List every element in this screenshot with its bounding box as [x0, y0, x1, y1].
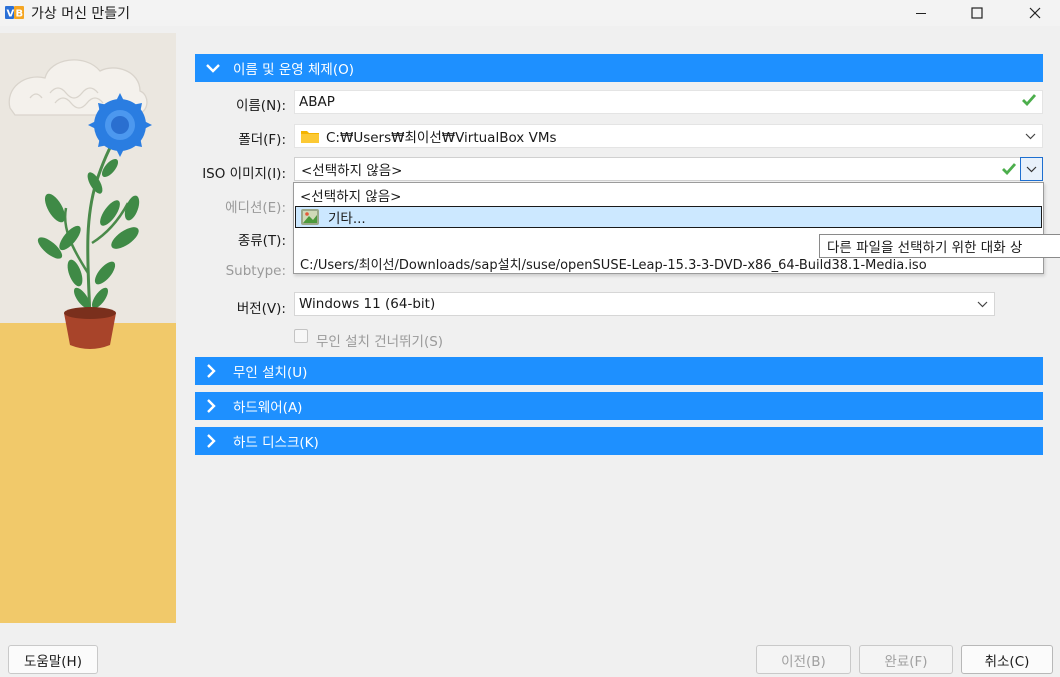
section-hardware-header[interactable]: 하드웨어(A)	[195, 392, 1043, 420]
chevron-down-icon[interactable]	[1025, 133, 1036, 140]
close-window-button[interactable]	[1012, 0, 1058, 26]
chevron-right-icon	[205, 433, 229, 449]
folder-value: C:₩Users₩최이선₩VirtualBox VMs	[326, 130, 557, 146]
valid-check-icon	[1022, 94, 1037, 110]
svg-text:V: V	[7, 9, 15, 20]
cancel-button[interactable]: 취소(C)	[961, 645, 1053, 674]
name-input[interactable]: ABAP	[294, 90, 1043, 114]
section-unattended-title: 무인 설치(U)	[233, 365, 308, 381]
folder-icon	[301, 129, 319, 143]
close-icon	[1029, 7, 1041, 19]
version-label: 버전(V):	[236, 301, 286, 317]
type-label: 종류(T):	[237, 233, 286, 249]
valid-check-icon	[1002, 163, 1016, 175]
skip-unattended-checkbox[interactable]	[294, 329, 308, 343]
section-hardware-title: 하드웨어(A)	[233, 400, 303, 416]
svg-text:B: B	[16, 9, 24, 20]
subtype-label: Subtype:	[225, 263, 286, 279]
chevron-right-icon	[205, 398, 229, 414]
folder-label: 폴더(F):	[238, 132, 286, 148]
iso-combobox[interactable]: <선택하지 않음>	[294, 157, 1043, 181]
section-unattended-header[interactable]: 무인 설치(U)	[195, 357, 1043, 385]
edition-label: 에디션(E):	[225, 200, 286, 216]
maximize-button[interactable]	[954, 0, 1000, 26]
chevron-down-icon	[205, 62, 229, 74]
section-harddisk-title: 하드 디스크(K)	[233, 435, 319, 451]
version-combobox[interactable]: Windows 11 (64-bit)	[294, 292, 995, 316]
chevron-down-icon	[1026, 166, 1037, 172]
iso-option-none[interactable]: <선택하지 않음>	[295, 184, 1042, 206]
section-name-os-title: 이름 및 운영 체제(O)	[233, 62, 354, 78]
name-label: 이름(N):	[235, 98, 286, 114]
section-name-os-header[interactable]: 이름 및 운영 체제(O)	[195, 54, 1043, 82]
iso-dropdown-list: <선택하지 않음> 기타... C:/Users/최이선/Downloads/s…	[293, 182, 1044, 274]
iso-option-other[interactable]: 기타...	[295, 206, 1042, 228]
skip-unattended-label: 무인 설치 건너뛰기(S)	[316, 334, 444, 350]
version-value: Windows 11 (64-bit)	[299, 296, 436, 312]
tooltip: 다른 파일을 선택하기 위한 대화 상	[819, 234, 1060, 258]
title-bar: V B 가상 머신 만들기	[0, 0, 1060, 26]
help-button[interactable]: 도움말(H)	[8, 645, 98, 674]
back-button[interactable]: 이전(B)	[756, 645, 851, 674]
chevron-right-icon	[205, 363, 229, 379]
maximize-icon	[971, 7, 983, 19]
window-title: 가상 머신 만들기	[31, 6, 131, 22]
iso-label: ISO 이미지(I):	[202, 166, 286, 182]
virtualbox-app-icon: V B	[5, 4, 25, 22]
name-value: ABAP	[299, 94, 335, 110]
image-file-icon	[300, 208, 320, 226]
minimize-button[interactable]	[898, 0, 944, 26]
iso-value: <선택하지 않음>	[301, 163, 403, 179]
folder-combobox[interactable]: C:₩Users₩최이선₩VirtualBox VMs	[294, 124, 1043, 148]
finish-button[interactable]: 완료(F)	[859, 645, 953, 674]
minimize-icon	[916, 13, 926, 14]
section-harddisk-header[interactable]: 하드 디스크(K)	[195, 427, 1043, 455]
iso-dropdown-button[interactable]	[1020, 157, 1043, 181]
wizard-illustration	[0, 33, 176, 623]
chevron-down-icon	[977, 301, 988, 308]
